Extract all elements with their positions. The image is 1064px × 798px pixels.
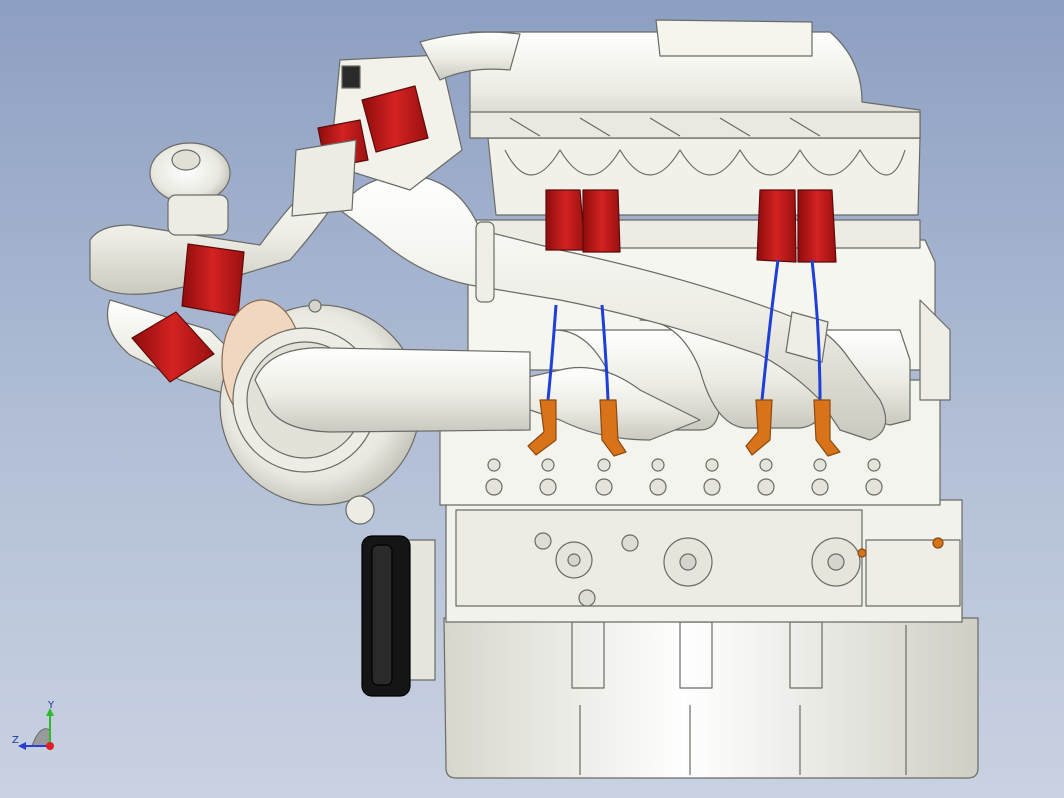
blow-off-valve[interactable] bbox=[149, 142, 231, 236]
intake-plenum[interactable] bbox=[469, 19, 921, 139]
engine-model-render[interactable] bbox=[0, 0, 1064, 798]
z-axis-label: Z bbox=[12, 735, 19, 746]
engine-block[interactable] bbox=[445, 499, 963, 623]
cad-graphics-viewport[interactable]: Y Z bbox=[0, 0, 1064, 798]
silicone-coupler-upper[interactable] bbox=[181, 243, 245, 317]
coordinate-triad-icon bbox=[18, 708, 54, 750]
oil-pan[interactable] bbox=[443, 617, 979, 779]
crank-pulley[interactable] bbox=[361, 535, 436, 697]
y-axis-label: Y bbox=[48, 700, 55, 711]
